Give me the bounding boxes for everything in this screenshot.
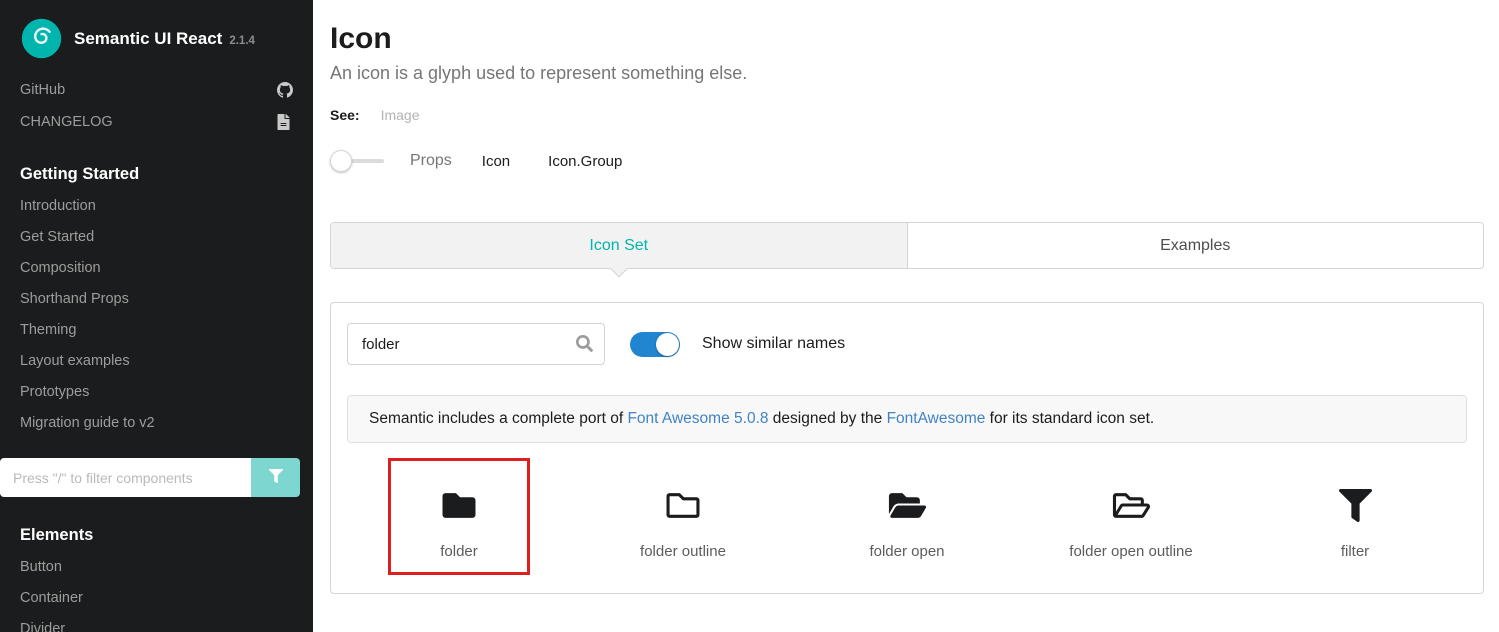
icon-set-panel: Show similar names Semantic includes a c… <box>330 302 1484 594</box>
sidebar-item-introduction[interactable]: Introduction <box>0 191 313 222</box>
brand[interactable]: Semantic UI React 2.1.4 <box>74 29 255 49</box>
brand-row: Semantic UI React 2.1.4 <box>0 0 313 74</box>
icon-result-label: folder outline <box>640 543 726 560</box>
page-subtitle: An icon is a glyph used to represent som… <box>330 63 1484 84</box>
folder-open-icon <box>885 487 930 523</box>
sidebar-item-get-started[interactable]: Get Started <box>0 222 313 253</box>
icon-result-folder[interactable]: folder <box>347 461 571 599</box>
icon-results-grid: folder folder outline folder open <box>347 461 1467 599</box>
see-also-row: See: Image <box>330 107 1484 123</box>
props-bar: Props Icon Icon.Group <box>330 150 1484 172</box>
sidebar-item-composition[interactable]: Composition <box>0 253 313 284</box>
icon-result-folder-open-outline[interactable]: folder open outline <box>1019 461 1243 599</box>
sidebar: Semantic UI React 2.1.4 GitHub CHANGELOG… <box>0 0 313 632</box>
show-similar-names-toggle[interactable] <box>630 332 680 357</box>
github-icon <box>277 82 293 98</box>
icon-result-label: folder open outline <box>1069 543 1192 560</box>
tab-icon-set[interactable]: Icon Set <box>331 223 907 268</box>
component-filter <box>0 458 300 497</box>
message-text-1: Semantic includes a complete port of <box>369 410 627 427</box>
github-link-label: GitHub <box>20 82 65 98</box>
sidebar-item-prototypes[interactable]: Prototypes <box>0 377 313 408</box>
props-toggle-knob <box>330 150 352 172</box>
sidebar-item-migration-guide[interactable]: Migration guide to v2 <box>0 408 313 439</box>
show-similar-names-toggle-knob <box>656 333 679 356</box>
see-link-image[interactable]: Image <box>381 107 420 123</box>
sidebar-link-changelog[interactable]: CHANGELOG <box>0 106 313 138</box>
icon-search-input[interactable] <box>347 323 605 365</box>
brand-title: Semantic UI React <box>74 29 222 49</box>
icon-search-row: Show similar names <box>347 323 1467 365</box>
sidebar-item-theming[interactable]: Theming <box>0 315 313 346</box>
sidebar-heading-elements: Elements <box>0 499 313 552</box>
sidebar-item-container[interactable]: Container <box>0 583 313 614</box>
folder-icon <box>438 487 480 523</box>
props-link-icon[interactable]: Icon <box>482 153 510 170</box>
icon-result-folder-outline[interactable]: folder outline <box>571 461 795 599</box>
props-toggle[interactable] <box>330 150 384 172</box>
message-text-2: designed by the <box>769 410 887 427</box>
sidebar-item-layout-examples[interactable]: Layout examples <box>0 346 313 377</box>
icon-result-folder-open[interactable]: folder open <box>795 461 1019 599</box>
component-filter-button[interactable] <box>251 458 300 497</box>
icon-result-label: folder <box>440 543 478 560</box>
tab-examples[interactable]: Examples <box>907 223 1484 268</box>
brand-version: 2.1.4 <box>229 35 255 47</box>
see-label: See: <box>330 107 360 123</box>
component-filter-input[interactable] <box>0 458 251 497</box>
tab-icon-set-label: Icon Set <box>589 237 648 255</box>
sidebar-item-button[interactable]: Button <box>0 552 313 583</box>
icon-result-filter[interactable]: filter <box>1243 461 1467 599</box>
tab-examples-label: Examples <box>1160 237 1230 255</box>
semantic-ui-logo-icon <box>20 17 63 60</box>
message-text-3: for its standard icon set. <box>985 410 1154 427</box>
file-icon <box>277 114 293 130</box>
main-content: Icon An icon is a glyph used to represen… <box>313 0 1499 632</box>
sidebar-link-github[interactable]: GitHub <box>0 74 313 106</box>
sidebar-heading-getting-started: Getting Started <box>0 138 313 191</box>
folder-open-outline-icon <box>1109 487 1154 523</box>
props-toggle-label: Props <box>410 152 452 170</box>
show-similar-names-label: Show similar names <box>702 335 845 353</box>
props-link-icon-group[interactable]: Icon.Group <box>548 153 622 170</box>
folder-outline-icon <box>662 487 704 523</box>
sidebar-item-divider[interactable]: Divider <box>0 614 313 632</box>
icon-search <box>347 323 605 365</box>
sidebar-item-shorthand-props[interactable]: Shorthand Props <box>0 284 313 315</box>
page-title: Icon <box>330 22 1484 56</box>
app-root: Semantic UI React 2.1.4 GitHub CHANGELOG… <box>0 0 1499 632</box>
filter-icon <box>1339 487 1372 523</box>
icon-result-label: folder open <box>869 543 944 560</box>
tab-menu: Icon Set Examples <box>330 222 1484 269</box>
changelog-link-label: CHANGELOG <box>20 114 113 130</box>
font-awesome-link[interactable]: FontAwesome <box>887 410 986 427</box>
active-tab-pointer <box>610 261 627 278</box>
icon-result-label: filter <box>1341 543 1369 560</box>
font-awesome-message: Semantic includes a complete port of Fon… <box>347 395 1467 443</box>
search-icon <box>576 335 593 357</box>
filter-button-icon <box>269 469 283 486</box>
font-awesome-version-link[interactable]: Font Awesome 5.0.8 <box>627 410 768 427</box>
